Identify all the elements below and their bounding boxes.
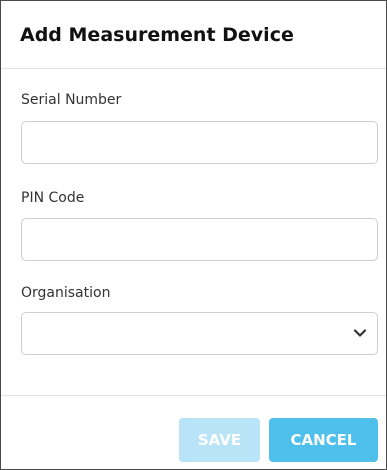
dialog-header: Add Measurement Device [1,1,386,69]
organisation-select[interactable] [21,312,378,355]
pin-code-label: PIN Code [21,190,85,206]
serial-number-label: Serial Number [21,92,122,108]
add-device-dialog: Add Measurement Device Serial Number PIN… [0,0,387,470]
pin-code-input[interactable] [21,218,378,261]
dialog-title: Add Measurement Device [20,24,294,46]
chevron-down-icon [353,329,367,337]
organisation-label: Organisation [21,285,111,301]
cancel-button[interactable]: CANCEL [269,418,378,462]
serial-number-input[interactable] [21,121,378,164]
footer-divider [1,395,386,396]
save-button[interactable]: SAVE [179,418,260,462]
